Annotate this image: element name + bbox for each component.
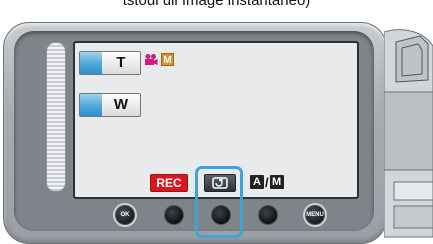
auto-manual-separator: / xyxy=(265,174,269,190)
manual-icon: M xyxy=(269,175,284,189)
auto-manual-indicator[interactable]: A / M xyxy=(250,173,284,191)
movie-camera-icon xyxy=(145,54,158,65)
slider-zoom-strip[interactable] xyxy=(46,42,66,192)
camera-body-side xyxy=(384,29,433,238)
rec-button[interactable]: REC xyxy=(150,174,188,192)
zoom-wide-accent xyxy=(80,94,102,116)
zoom-tele-button[interactable]: T xyxy=(79,51,141,75)
touch-button-4[interactable] xyxy=(258,205,278,225)
zoom-wide-label: W xyxy=(102,94,140,116)
highlight-frame xyxy=(195,166,243,238)
caption-text: tstoul ull Image instantaneo) xyxy=(122,0,311,9)
manual-m-icon: M xyxy=(161,53,174,66)
mode-icons: M xyxy=(144,53,174,66)
auto-icon: A xyxy=(250,175,264,189)
zoom-wide-button[interactable]: W xyxy=(79,93,141,117)
ok-button[interactable]: OK xyxy=(115,205,135,225)
touch-button-2[interactable] xyxy=(164,205,184,225)
zoom-tele-label: T xyxy=(102,52,140,74)
menu-button[interactable]: MENU xyxy=(305,205,325,225)
zoom-tele-accent xyxy=(80,52,102,74)
